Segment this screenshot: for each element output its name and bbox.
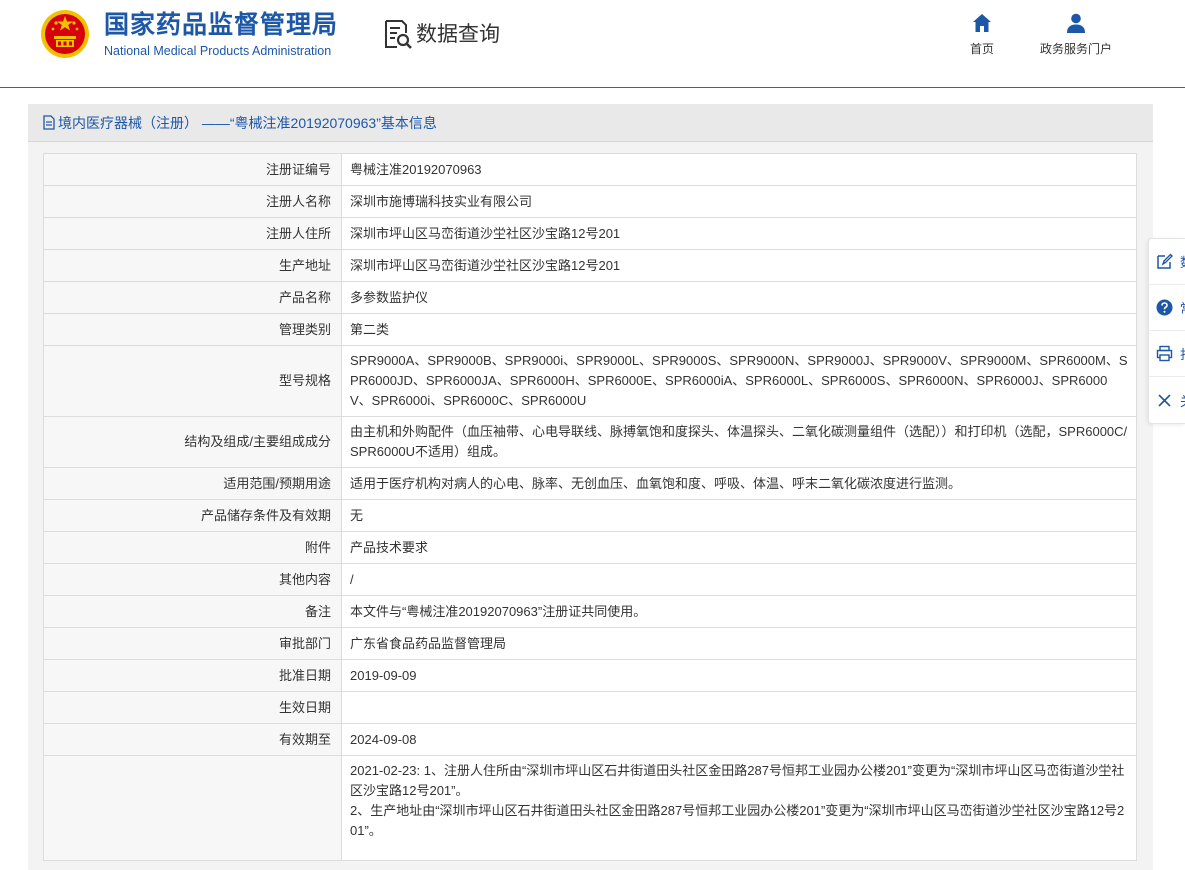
row-label: 注册人名称 [43, 185, 342, 218]
row-value: 深圳市坪山区马峦街道沙坣社区沙宝路12号201 [341, 249, 1137, 282]
float-print-label: 打 [1180, 344, 1185, 363]
nav-home-label: 首页 [969, 42, 994, 56]
table-row: 其他内容 / [43, 563, 1137, 596]
row-label: 其他内容 [43, 563, 342, 596]
row-value: 本文件与“粤械注准20192070963”注册证共同使用。 [341, 595, 1137, 628]
table-row: 批准日期 2019-09-09 [43, 659, 1137, 692]
row-label: 备注 [43, 595, 342, 628]
close-icon [1158, 393, 1171, 407]
table-row: 附件 产品技术要求 [43, 531, 1137, 564]
float-data-label: 数 [1180, 252, 1185, 271]
float-close-label: 关 [1180, 391, 1185, 410]
row-value: 2024-09-08 [341, 723, 1137, 756]
table-row: 生产地址 深圳市坪山区马峦街道沙坣社区沙宝路12号201 [43, 249, 1137, 282]
table-row-change-history: 2021-02-23: 1、注册人住所由“深圳市坪山区石井街道田头社区金田路28… [43, 755, 1137, 861]
brand[interactable]: 国家药品监督管理局 National Medical Products Admi… [104, 10, 338, 59]
float-help-button[interactable]: 常 [1149, 285, 1185, 331]
row-value: SPR9000A、SPR9000B、SPR9000i、SPR9000L、SPR9… [341, 345, 1137, 417]
nav-home[interactable]: 首页 [964, 12, 1000, 57]
row-value: 粤械注准20192070963 [341, 153, 1137, 186]
row-value: 深圳市施博瑞科技实业有限公司 [341, 185, 1137, 218]
row-label-empty [43, 755, 342, 861]
row-label: 附件 [43, 531, 342, 564]
float-print-button[interactable]: 打 [1149, 331, 1185, 377]
document-icon [43, 115, 55, 130]
edit-icon [1157, 253, 1173, 269]
national-emblem-icon [41, 10, 89, 58]
floating-toolbar: 数 常 打 关 [1148, 238, 1185, 424]
change-history-value: 2021-02-23: 1、注册人住所由“深圳市坪山区石井街道田头社区金田路28… [341, 755, 1137, 861]
info-panel: 境内医疗器械（注册） ——“粤械注准20192070963”基本信息 注册证编号… [28, 104, 1153, 870]
table-row: 注册证编号 粤械注准20192070963 [43, 153, 1137, 186]
home-icon [973, 14, 991, 32]
table-row: 型号规格 SPR9000A、SPR9000B、SPR9000i、SPR9000L… [43, 345, 1137, 417]
device-info-table: 注册证编号 粤械注准20192070963 注册人名称 深圳市施博瑞科技实业有限… [43, 153, 1137, 861]
row-label: 型号规格 [43, 345, 342, 417]
row-label: 生产地址 [43, 249, 342, 282]
row-label: 生效日期 [43, 691, 342, 724]
row-value: 第二类 [341, 313, 1137, 346]
table-row: 产品储存条件及有效期 无 [43, 499, 1137, 532]
row-label: 产品储存条件及有效期 [43, 499, 342, 532]
row-value: 适用于医疗机构对病人的心电、脉率、无创血压、血氧饱和度、呼吸、体温、呼末二氧化碳… [341, 467, 1137, 500]
brand-name-cn: 国家药品监督管理局 [104, 10, 339, 39]
site-header: 国家药品监督管理局 National Medical Products Admi… [0, 0, 1185, 88]
table-row: 有效期至 2024-09-08 [43, 723, 1137, 756]
row-label: 审批部门 [43, 627, 342, 660]
row-label: 注册证编号 [43, 153, 342, 186]
table-row: 管理类别 第二类 [43, 313, 1137, 346]
help-icon [1156, 299, 1173, 316]
row-value: 产品技术要求 [341, 531, 1137, 564]
nav-service-portal[interactable]: 政务服务门户 [1030, 12, 1122, 57]
panel-title-text: 境内医疗器械（注册） ——“粤械注准20192070963”基本信息 [58, 114, 437, 131]
data-query-label: 数据查询 [416, 22, 500, 46]
row-label: 结构及组成/主要组成成分 [43, 416, 342, 468]
row-value: 由主机和外购配件（血压袖带、心电导联线、脉搏氧饱和度探头、体温探头、二氧化碳测量… [341, 416, 1137, 468]
row-label: 管理类别 [43, 313, 342, 346]
row-label: 适用范围/预期用途 [43, 467, 342, 500]
row-value: 多参数监护仪 [341, 281, 1137, 314]
print-icon [1156, 345, 1173, 362]
table-row: 产品名称 多参数监护仪 [43, 281, 1137, 314]
float-help-label: 常 [1180, 298, 1185, 317]
table-row: 注册人名称 深圳市施博瑞科技实业有限公司 [43, 185, 1137, 218]
row-value: 深圳市坪山区马峦街道沙坣社区沙宝路12号201 [341, 217, 1137, 250]
panel-title: 境内医疗器械（注册） ——“粤械注准20192070963”基本信息 [28, 104, 1153, 142]
row-value: 2019-09-09 [341, 659, 1137, 692]
row-label: 注册人住所 [43, 217, 342, 250]
brand-name-en: National Medical Products Administration [104, 44, 332, 58]
float-data-button[interactable]: 数 [1149, 239, 1185, 285]
row-value [341, 691, 1137, 724]
nav-service-portal-label: 政务服务门户 [1039, 42, 1112, 56]
row-value: / [341, 563, 1137, 596]
change-history-line: 2、生产地址由“深圳市坪山区石井街道田头社区金田路287号恒邦工业园办公楼201… [350, 803, 1125, 838]
document-search-icon [385, 20, 412, 49]
row-value: 广东省食品药品监督管理局 [341, 627, 1137, 660]
user-icon [1067, 13, 1085, 33]
table-row: 结构及组成/主要组成成分 由主机和外购配件（血压袖带、心电导联线、脉搏氧饱和度探… [43, 416, 1137, 468]
data-query-title: 数据查询 [383, 18, 500, 50]
table-row: 审批部门 广东省食品药品监督管理局 [43, 627, 1137, 660]
change-history-line: 2021-02-23: 1、注册人住所由“深圳市坪山区石井街道田头社区金田路28… [350, 763, 1125, 798]
table-row: 生效日期 [43, 691, 1137, 724]
row-label: 产品名称 [43, 281, 342, 314]
table-row: 备注 本文件与“粤械注准20192070963”注册证共同使用。 [43, 595, 1137, 628]
row-label: 有效期至 [43, 723, 342, 756]
float-close-button[interactable]: 关 [1149, 377, 1185, 423]
row-label: 批准日期 [43, 659, 342, 692]
row-value: 无 [341, 499, 1137, 532]
table-row: 注册人住所 深圳市坪山区马峦街道沙坣社区沙宝路12号201 [43, 217, 1137, 250]
table-row: 适用范围/预期用途 适用于医疗机构对病人的心电、脉率、无创血压、血氧饱和度、呼吸… [43, 467, 1137, 500]
